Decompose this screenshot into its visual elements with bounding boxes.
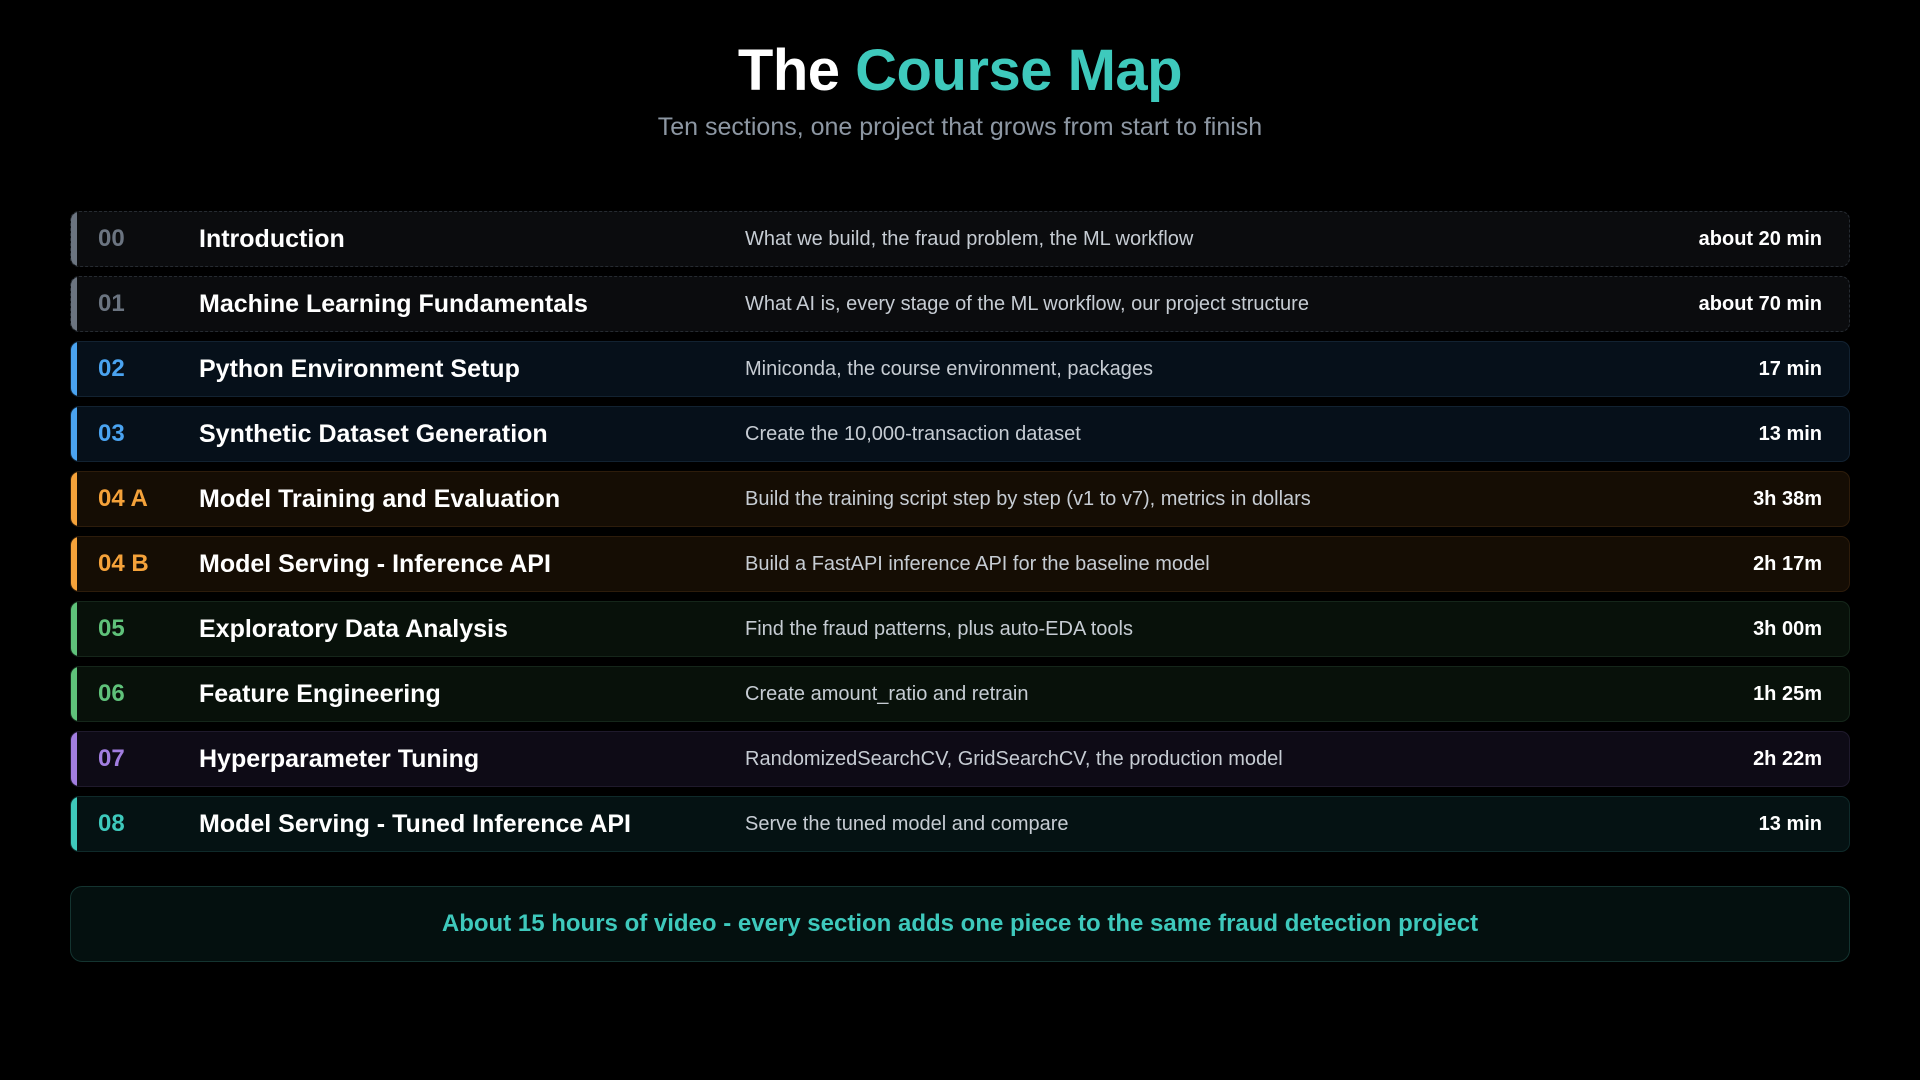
- section-description: Serve the tuned model and compare: [745, 813, 1069, 835]
- section-duration: 17 min: [1758, 358, 1822, 380]
- section-row-04b: 04 B Model Serving - Inference API Build…: [70, 536, 1850, 592]
- section-color-bar: [71, 212, 77, 266]
- section-row-04a: 04 A Model Training and Evaluation Build…: [70, 471, 1850, 527]
- section-color-bar: [71, 667, 77, 721]
- page-title: The Course Map: [0, 36, 1920, 106]
- section-color-bar: [71, 342, 77, 396]
- section-description: Build the training script step by step (…: [745, 488, 1311, 510]
- section-number: 02: [98, 355, 125, 382]
- section-duration: 1h 25m: [1753, 683, 1822, 705]
- title-prefix: The: [737, 38, 840, 103]
- section-name: Python Environment Setup: [199, 355, 520, 383]
- section-duration: 13 min: [1758, 423, 1822, 445]
- section-number: 04 A: [98, 485, 148, 512]
- page-subtitle: Ten sections, one project that grows fro…: [657, 113, 1263, 141]
- section-description: What AI is, every stage of the ML workfl…: [745, 293, 1309, 315]
- section-name: Exploratory Data Analysis: [199, 615, 508, 643]
- section-description: Create the 10,000-transaction dataset: [745, 423, 1081, 445]
- section-description: What we build, the fraud problem, the ML…: [745, 228, 1194, 250]
- section-number: 08: [98, 810, 125, 837]
- section-row-01: 01 Machine Learning Fundamentals What AI…: [70, 276, 1850, 332]
- section-name: Model Serving - Tuned Inference API: [199, 810, 632, 838]
- section-color-bar: [71, 472, 77, 526]
- summary-banner: About 15 hours of video - every section …: [70, 886, 1850, 962]
- section-name: Machine Learning Fundamentals: [199, 290, 588, 318]
- section-name: Hyperparameter Tuning: [199, 745, 480, 773]
- section-row-07: 07 Hyperparameter Tuning RandomizedSearc…: [70, 731, 1850, 787]
- section-number: 01: [98, 290, 125, 317]
- section-number: 03: [98, 420, 125, 447]
- section-color-bar: [71, 407, 77, 461]
- course-map-slide: The Course Map Ten sections, one project…: [0, 0, 1920, 1080]
- section-duration: about 70 min: [1698, 293, 1822, 315]
- section-color-bar: [71, 732, 77, 786]
- section-color-bar: [71, 602, 77, 656]
- section-color-bar: [71, 537, 77, 591]
- section-description: Miniconda, the course environment, packa…: [745, 358, 1154, 380]
- section-name: Model Training and Evaluation: [199, 485, 561, 513]
- section-duration: 3h 38m: [1753, 488, 1822, 510]
- section-duration: 13 min: [1758, 813, 1822, 835]
- section-number: 06: [98, 680, 125, 707]
- section-description: Create amount_ratio and retrain: [745, 683, 1029, 705]
- section-description: Find the fraud patterns, plus auto-EDA t…: [745, 618, 1133, 640]
- section-number: 07: [98, 745, 125, 772]
- section-row-06: 06 Feature Engineering Create amount_rat…: [70, 666, 1850, 722]
- section-row-05: 05 Exploratory Data Analysis Find the fr…: [70, 601, 1850, 657]
- section-name: Feature Engineering: [199, 680, 441, 708]
- section-number: 00: [98, 225, 125, 252]
- title-accent: Course Map: [855, 38, 1183, 103]
- section-name: Model Serving - Inference API: [199, 550, 551, 578]
- section-row-03: 03 Synthetic Dataset Generation Create t…: [70, 406, 1850, 462]
- section-description: Build a FastAPI inference API for the ba…: [745, 553, 1210, 575]
- section-name: Introduction: [199, 225, 345, 253]
- section-name: Synthetic Dataset Generation: [199, 420, 548, 448]
- section-row-00: 00 Introduction What we build, the fraud…: [70, 211, 1850, 267]
- section-color-bar: [71, 797, 77, 851]
- section-number: 05: [98, 615, 125, 642]
- section-number: 04 B: [98, 550, 149, 577]
- section-color-bar: [71, 277, 77, 331]
- section-description: RandomizedSearchCV, GridSearchCV, the pr…: [745, 748, 1283, 770]
- section-list: 00 Introduction What we build, the fraud…: [70, 211, 1850, 861]
- section-duration: 3h 00m: [1753, 618, 1822, 640]
- section-row-08: 08 Model Serving - Tuned Inference API S…: [70, 796, 1850, 852]
- section-duration: about 20 min: [1698, 228, 1822, 250]
- section-duration: 2h 17m: [1753, 553, 1822, 575]
- section-duration: 2h 22m: [1753, 748, 1822, 770]
- section-row-02: 02 Python Environment Setup Miniconda, t…: [70, 341, 1850, 397]
